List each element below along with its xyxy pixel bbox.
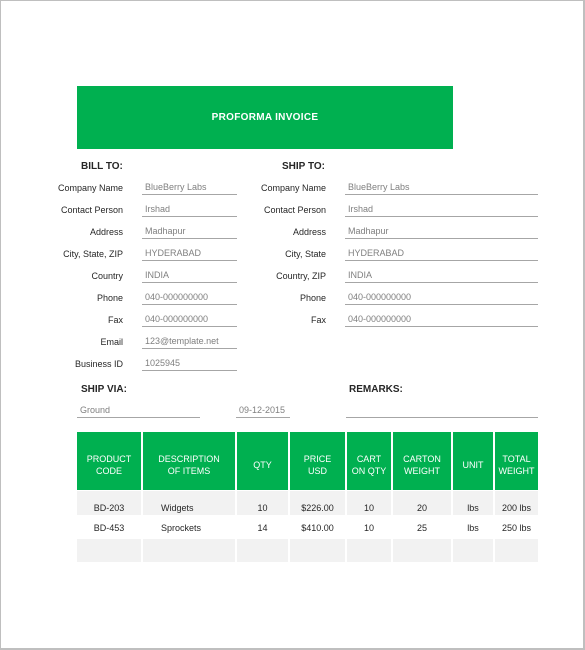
remarks-heading: REMARKS: — [349, 384, 403, 395]
table-cell-price-usd[interactable]: $410.00 — [290, 516, 345, 539]
table-cell-price-usd[interactable] — [290, 539, 345, 562]
ship-country-label: Country, ZIP — [276, 271, 326, 281]
ship-contact-field[interactable]: Irshad — [345, 204, 538, 217]
ship-date-field[interactable]: 09-12-2015 — [236, 405, 290, 418]
column-header-label: TOTAL WEIGHT — [498, 454, 535, 476]
table-cell-total-weight[interactable]: 250 lbs — [495, 516, 538, 539]
invoice-page: PROFORMA INVOICE BILL TO: Company Name B… — [0, 0, 585, 650]
table-cell-carton-qty[interactable] — [347, 539, 391, 562]
ship-contact-label: Contact Person — [263, 205, 326, 215]
table-cell-carton-weight[interactable] — [393, 539, 451, 562]
bill-fax-label: Fax — [107, 315, 123, 325]
column-header-label: PRICE USD — [303, 454, 332, 476]
table-cell-description[interactable] — [143, 539, 235, 562]
column-header-product-code: PRODUCT CODE — [77, 432, 141, 490]
ship-city-label: City, State — [285, 249, 326, 259]
column-header-qty: QTY — [237, 432, 288, 490]
column-header-unit: UNIT — [453, 432, 493, 490]
column-header-label: PRODUCT CODE — [86, 454, 132, 476]
bill-address-field[interactable]: Madhapur — [142, 226, 237, 239]
invoice-title-banner: PROFORMA INVOICE — [77, 86, 453, 149]
table-cell-qty[interactable]: 10 — [237, 491, 288, 515]
ship-phone-field[interactable]: 040-000000000 — [345, 292, 538, 305]
bill-city-field[interactable]: HYDERABAD — [142, 248, 237, 261]
column-header-description: DESCRIPTION OF ITEMS — [143, 432, 235, 490]
column-header-label: DESCRIPTION OF ITEMS — [158, 454, 220, 476]
bill-contact-label: Contact Person — [60, 205, 123, 215]
table-cell-product-code[interactable]: BD-453 — [77, 516, 141, 539]
bill-to-heading: BILL TO: — [81, 161, 123, 172]
invoice-title: PROFORMA INVOICE — [211, 112, 319, 123]
table-cell-product-code[interactable]: BD-203 — [77, 491, 141, 515]
bill-business-id-label: Business ID — [74, 359, 123, 369]
column-header-label: CART ON QTY — [351, 454, 387, 476]
column-header-carton-qty: CART ON QTY — [347, 432, 391, 490]
table-cell-unit[interactable] — [453, 539, 493, 562]
ship-address-label: Address — [292, 227, 326, 237]
ship-via-heading: SHIP VIA: — [81, 384, 127, 395]
table-cell-description[interactable]: Sprockets — [143, 516, 235, 539]
bill-fax-field[interactable]: 040-000000000 — [142, 314, 237, 327]
table-cell-description[interactable]: Widgets — [143, 491, 235, 515]
remarks-field[interactable] — [346, 405, 538, 418]
ship-to-heading: SHIP TO: — [282, 161, 325, 172]
ship-company-label: Company Name — [260, 183, 326, 193]
table-cell-carton-qty[interactable]: 10 — [347, 491, 391, 515]
bill-country-field[interactable]: INDIA — [142, 270, 237, 283]
table-cell-carton-weight[interactable]: 25 — [393, 516, 451, 539]
table-cell-qty[interactable]: 14 — [237, 516, 288, 539]
table-cell-total-weight[interactable]: 200 lbs — [495, 491, 538, 515]
bill-email-field[interactable]: 123@template.net — [142, 336, 237, 349]
ship-via-method-field[interactable]: Ground — [77, 405, 200, 418]
ship-phone-label: Phone — [299, 293, 326, 303]
table-cell-unit[interactable]: lbs — [453, 491, 493, 515]
bill-address-label: Address — [89, 227, 123, 237]
bill-business-id-field[interactable]: 1025945 — [142, 358, 237, 371]
ship-fax-field[interactable]: 040-000000000 — [345, 314, 538, 327]
table-cell-qty[interactable] — [237, 539, 288, 562]
bill-email-label: Email — [100, 337, 123, 347]
ship-fax-label: Fax — [310, 315, 326, 325]
column-header-label: QTY — [253, 460, 272, 470]
bill-contact-field[interactable]: Irshad — [142, 204, 237, 217]
table-cell-price-usd[interactable]: $226.00 — [290, 491, 345, 515]
ship-address-field[interactable]: Madhapur — [345, 226, 538, 239]
column-header-price-usd: PRICE USD — [290, 432, 345, 490]
column-header-label: CARTON WEIGHT — [403, 454, 441, 476]
ship-country-field[interactable]: INDIA — [345, 270, 538, 283]
column-header-total-weight: TOTAL WEIGHT — [495, 432, 538, 490]
bill-city-label: City, State, ZIP — [63, 249, 123, 259]
table-cell-carton-weight[interactable]: 20 — [393, 491, 451, 515]
ship-city-field[interactable]: HYDERABAD — [345, 248, 538, 261]
column-header-label: UNIT — [462, 460, 484, 470]
bill-company-field[interactable]: BlueBerry Labs — [142, 182, 237, 195]
bill-phone-field[interactable]: 040-000000000 — [142, 292, 237, 305]
bill-phone-label: Phone — [96, 293, 123, 303]
table-cell-total-weight[interactable] — [495, 539, 538, 562]
table-cell-product-code[interactable] — [77, 539, 141, 562]
bill-country-label: Country — [91, 271, 123, 281]
ship-company-field[interactable]: BlueBerry Labs — [345, 182, 538, 195]
table-cell-unit[interactable]: lbs — [453, 516, 493, 539]
table-cell-carton-qty[interactable]: 10 — [347, 516, 391, 539]
column-header-carton-weight: CARTON WEIGHT — [393, 432, 451, 490]
bill-company-label: Company Name — [57, 183, 123, 193]
